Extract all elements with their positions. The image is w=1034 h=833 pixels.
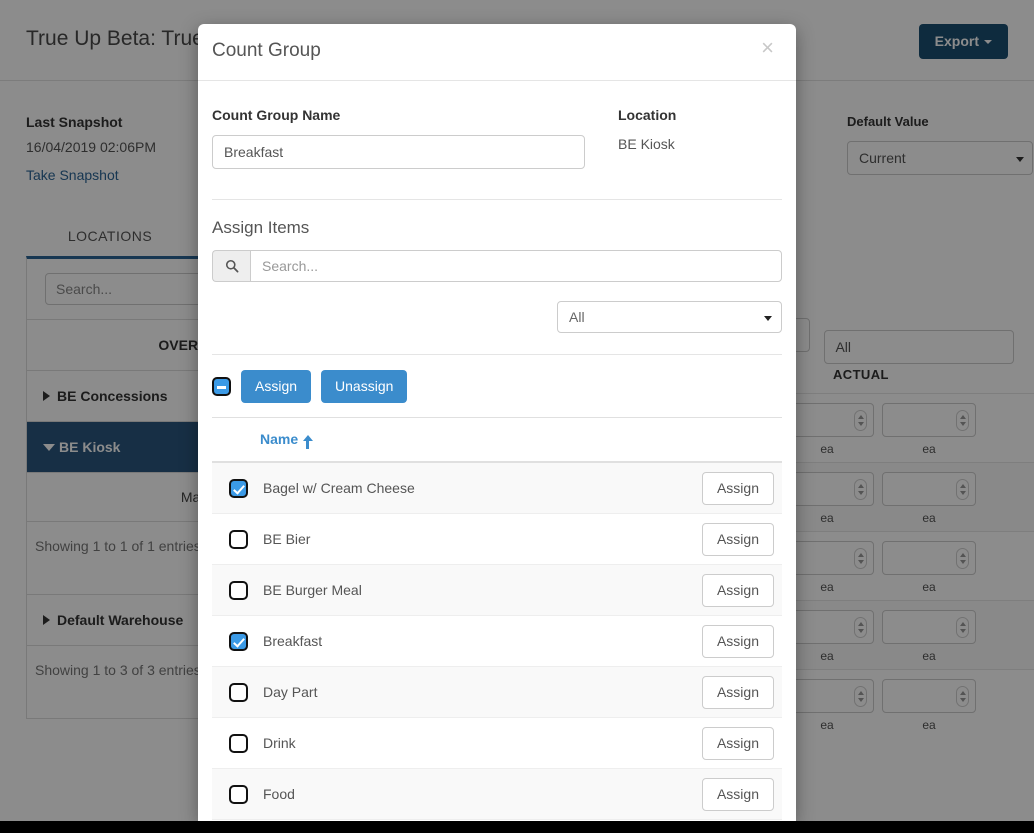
count-group-name-field: Count Group Name <box>212 107 604 169</box>
table-row: Breakfast Assign <box>212 616 782 667</box>
modal-title: Count Group <box>212 40 321 62</box>
row-assign-button[interactable]: Assign <box>702 574 774 607</box>
type-select-value: All <box>569 309 585 325</box>
row-assign-button[interactable]: Assign <box>702 523 774 556</box>
item-name: Breakfast <box>263 633 702 649</box>
item-name: Bagel w/ Cream Cheese <box>263 480 702 496</box>
assign-button[interactable]: Assign <box>241 370 311 403</box>
screen: True Up Beta: True Export Last Snapshot … <box>0 0 1034 833</box>
item-name: Drink <box>263 735 702 751</box>
row-checkbox[interactable] <box>229 632 248 651</box>
close-icon[interactable]: × <box>755 36 780 60</box>
modal-body: Count Group Name Location BE Kiosk Assig… <box>198 81 796 820</box>
table-row: Drink Assign <box>212 718 782 769</box>
bottom-bar <box>0 821 1034 833</box>
assign-items-type-select[interactable]: All <box>557 301 782 333</box>
count-group-form-row: Count Group Name Location BE Kiosk <box>212 81 782 169</box>
row-assign-button[interactable]: Assign <box>702 625 774 658</box>
item-name: Day Part <box>263 684 702 700</box>
row-assign-button[interactable]: Assign <box>702 778 774 811</box>
items-table-body: Bagel w/ Cream Cheese Assign BE Bier Ass… <box>212 463 782 820</box>
table-header-row: Name <box>212 417 782 463</box>
row-checkbox[interactable] <box>229 683 248 702</box>
count-group-name-input[interactable] <box>212 135 585 169</box>
row-checkbox[interactable] <box>229 734 248 753</box>
table-row: Food Assign <box>212 769 782 820</box>
row-assign-button[interactable]: Assign <box>702 472 774 505</box>
item-name: BE Burger Meal <box>263 582 702 598</box>
table-row: Day Part Assign <box>212 667 782 718</box>
bulk-action-bar: Assign Unassign <box>212 355 782 417</box>
assign-items-filter-line: All <box>212 301 782 333</box>
row-checkbox[interactable] <box>229 530 248 549</box>
unassign-button[interactable]: Unassign <box>321 370 407 403</box>
count-group-name-label: Count Group Name <box>212 107 604 123</box>
table-row: BE Burger Meal Assign <box>212 565 782 616</box>
search-icon <box>212 250 250 282</box>
section-divider <box>212 199 782 200</box>
table-row: Bagel w/ Cream Cheese Assign <box>212 463 782 514</box>
assign-items-search-group <box>212 250 782 282</box>
select-all-checkbox[interactable] <box>212 377 231 396</box>
chevron-down-icon <box>764 316 772 321</box>
row-assign-button[interactable]: Assign <box>702 727 774 760</box>
location-field: Location BE Kiosk <box>604 107 676 169</box>
row-checkbox[interactable] <box>229 581 248 600</box>
item-name: Food <box>263 786 702 802</box>
assign-items-title: Assign Items <box>212 218 782 238</box>
location-label: Location <box>618 107 676 123</box>
table-row: BE Bier Assign <box>212 514 782 565</box>
row-checkbox[interactable] <box>229 479 248 498</box>
column-header-name[interactable]: Name <box>260 431 298 447</box>
assign-items-search-input[interactable] <box>250 250 782 282</box>
item-name: BE Bier <box>263 531 702 547</box>
row-checkbox[interactable] <box>229 785 248 804</box>
row-assign-button[interactable]: Assign <box>702 676 774 709</box>
modal-header: Count Group × <box>198 24 796 81</box>
count-group-modal: Count Group × Count Group Name Location … <box>198 24 796 821</box>
location-value: BE Kiosk <box>618 136 676 152</box>
